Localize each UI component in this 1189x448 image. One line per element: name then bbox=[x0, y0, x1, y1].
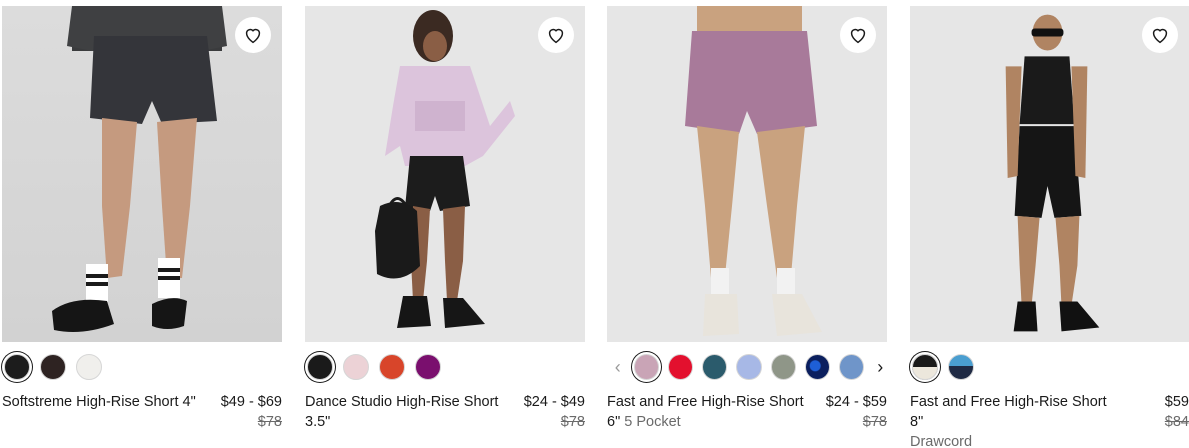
chevron-right-icon[interactable]: › bbox=[873, 354, 887, 380]
color-swatch[interactable] bbox=[415, 354, 441, 380]
product-card[interactable]: Dance Studio High-Rise Short 3.5" $24 - … bbox=[305, 6, 585, 432]
color-swatch[interactable] bbox=[633, 354, 659, 380]
product-photo-model bbox=[52, 6, 227, 332]
product-photo-model bbox=[1005, 14, 1100, 332]
product-image[interactable] bbox=[607, 6, 887, 342]
color-swatch[interactable] bbox=[912, 354, 938, 380]
product-name[interactable]: Softstreme High-Rise Short 4" bbox=[2, 392, 196, 432]
color-swatch[interactable] bbox=[948, 354, 974, 380]
wishlist-button[interactable] bbox=[235, 17, 271, 53]
original-price: $84 bbox=[1164, 414, 1189, 430]
product-price: $24 - $59 bbox=[825, 394, 887, 410]
product-card[interactable]: Fast and Free High-Rise Short 8" Drawcor… bbox=[910, 6, 1189, 448]
color-swatches bbox=[2, 348, 282, 386]
color-swatch[interactable] bbox=[839, 354, 865, 380]
wishlist-button[interactable] bbox=[538, 17, 574, 53]
color-swatches: ‹ › bbox=[607, 348, 887, 386]
product-photo-model bbox=[685, 6, 822, 336]
product-price: $59 bbox=[1164, 394, 1189, 410]
color-swatch[interactable] bbox=[343, 354, 369, 380]
product-subtitle: Drawcord bbox=[910, 434, 973, 448]
product-name[interactable]: Fast and Free High-Rise Short 8" Drawcor… bbox=[910, 392, 1110, 448]
product-price: $24 - $49 bbox=[523, 394, 585, 410]
color-swatches bbox=[305, 348, 585, 386]
color-swatch[interactable] bbox=[667, 354, 694, 380]
product-card[interactable]: Softstreme High-Rise Short 4" $49 - $69 … bbox=[2, 6, 282, 432]
wishlist-button[interactable] bbox=[840, 17, 876, 53]
product-subtitle: 5 Pocket bbox=[624, 414, 681, 430]
heart-outline-icon bbox=[548, 28, 564, 44]
product-price: $49 - $69 bbox=[220, 394, 282, 410]
color-swatches bbox=[910, 348, 1189, 386]
product-name-text[interactable]: Fast and Free High-Rise Short 8" bbox=[910, 394, 1107, 430]
product-card[interactable]: ‹ › Fast and Free High-Rise Short 6" 5 P… bbox=[607, 6, 887, 432]
wishlist-button[interactable] bbox=[1142, 17, 1178, 53]
chevron-left-icon[interactable]: ‹ bbox=[611, 354, 625, 380]
color-swatch[interactable] bbox=[76, 354, 102, 380]
heart-outline-icon bbox=[850, 28, 866, 44]
heart-outline-icon bbox=[245, 28, 261, 44]
product-name-text[interactable]: Softstreme High-Rise Short 4" bbox=[2, 394, 196, 410]
color-swatch[interactable] bbox=[736, 354, 762, 380]
color-swatch[interactable] bbox=[40, 354, 66, 380]
heart-outline-icon bbox=[1152, 28, 1168, 44]
color-swatch[interactable] bbox=[804, 354, 831, 380]
product-name[interactable]: Fast and Free High-Rise Short 6" 5 Pocke… bbox=[607, 392, 807, 432]
product-image[interactable] bbox=[305, 6, 585, 342]
color-swatch[interactable] bbox=[379, 354, 405, 380]
original-price: $78 bbox=[257, 414, 282, 430]
product-photo-model bbox=[375, 10, 515, 328]
original-price: $78 bbox=[862, 414, 887, 430]
color-swatch[interactable] bbox=[307, 354, 333, 380]
color-swatch[interactable] bbox=[770, 354, 796, 380]
product-name-text[interactable]: Dance Studio High-Rise Short 3.5" bbox=[305, 394, 498, 430]
color-swatch[interactable] bbox=[4, 354, 30, 380]
color-swatch[interactable] bbox=[702, 354, 728, 380]
product-image[interactable] bbox=[910, 6, 1189, 342]
original-price: $78 bbox=[560, 414, 585, 430]
product-name[interactable]: Dance Studio High-Rise Short 3.5" bbox=[305, 392, 505, 432]
product-image[interactable] bbox=[2, 6, 282, 342]
